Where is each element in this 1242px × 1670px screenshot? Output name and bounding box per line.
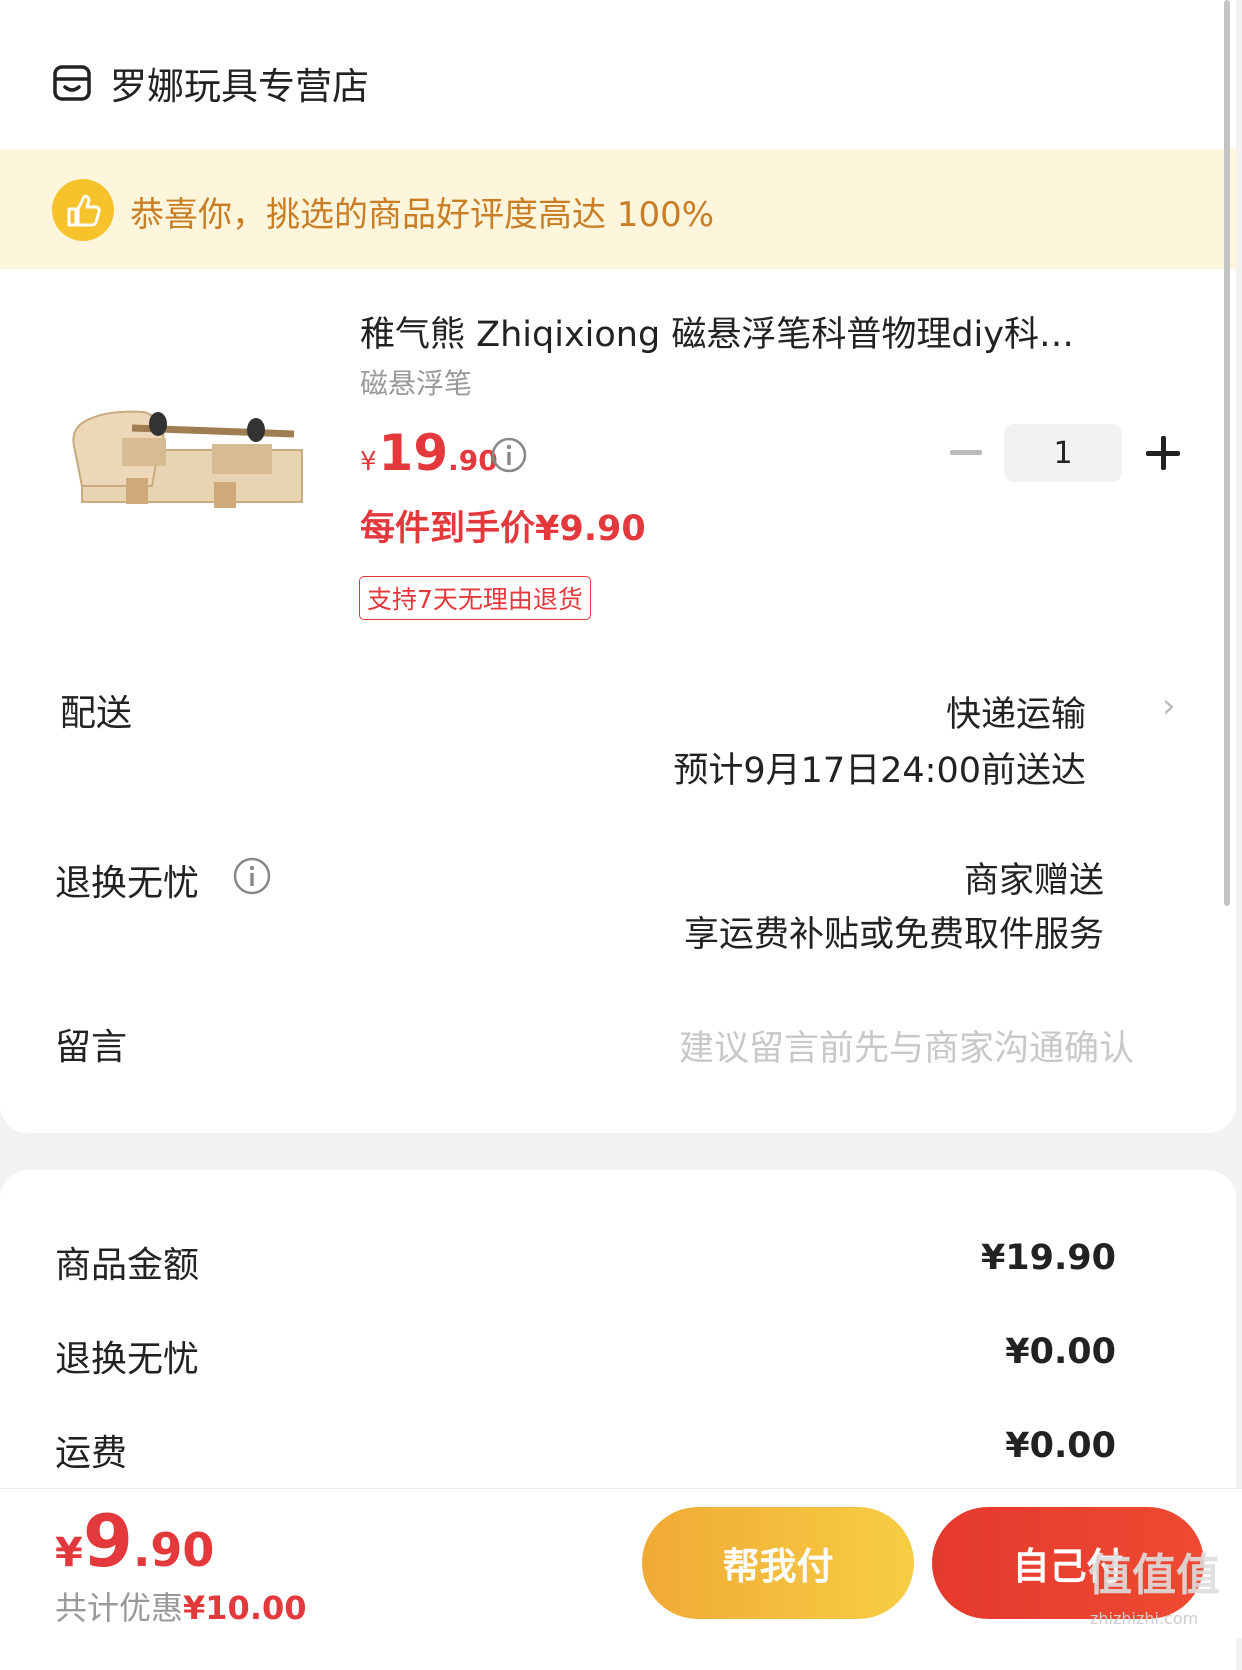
total-decimal: .90 xyxy=(132,1523,215,1577)
product-spec[interactable]: 磁悬浮笔 xyxy=(360,362,472,402)
store-name: 罗娜玩具专营店 xyxy=(110,65,369,108)
total-currency: ¥ xyxy=(55,1530,83,1576)
price-currency: ¥ xyxy=(360,447,377,477)
quantity-decrease-button[interactable] xyxy=(950,450,982,455)
chevron-right-icon[interactable]: › xyxy=(1162,686,1176,726)
store-header[interactable]: 罗娜玩具专营店 xyxy=(52,58,369,108)
delivery-method[interactable]: 快递运输 xyxy=(946,686,1086,737)
quantity-input[interactable]: 1 xyxy=(1004,424,1122,482)
summary-label: 退换无忧 xyxy=(55,1339,200,1380)
summary-label: 运费 xyxy=(55,1433,128,1474)
return-policy-tag: 支持7天无理由退货 xyxy=(359,576,591,620)
checkout-bar: ¥ 9 .90 共计优惠¥10.00 帮我付 自己付 值值值 zhizhizhi… xyxy=(0,1488,1242,1638)
info-icon[interactable] xyxy=(490,436,528,474)
discount-label: 共计优惠 xyxy=(55,1589,184,1627)
scrollbar[interactable] xyxy=(1224,0,1230,906)
summary-label: 商品金额 xyxy=(55,1245,200,1286)
praise-banner: 恭喜你，挑选的商品好评度高达 100% xyxy=(0,149,1236,269)
quantity-increase-button[interactable] xyxy=(1146,436,1180,470)
info-icon[interactable] xyxy=(232,856,272,896)
thumbs-up-icon xyxy=(52,179,114,241)
help-pay-button[interactable]: 帮我付 xyxy=(642,1507,914,1619)
discount-summary: 共计优惠¥10.00 xyxy=(55,1583,307,1629)
banner-text: 恭喜你，挑选的商品好评度高达 100% xyxy=(130,195,715,235)
order-card: 罗娜玩具专营店 恭喜你，挑选的商品好评度高达 100% 稚气熊 Zhiqixio… xyxy=(0,0,1236,1133)
summary-value: ¥0.00 xyxy=(1005,1332,1116,1372)
unit-price: 每件到手价¥9.90 xyxy=(360,509,646,549)
product-title[interactable]: 稚气熊 Zhiqixiong 磁悬浮笔科普物理diy科… xyxy=(360,306,1160,357)
discount-amount: ¥10.00 xyxy=(183,1589,307,1627)
total-price: ¥ 9 .90 xyxy=(55,1505,214,1577)
watermark-url: zhizhizhi.com xyxy=(1090,1609,1199,1628)
summary-value: ¥0.00 xyxy=(1005,1426,1116,1466)
summary-value: ¥19.90 xyxy=(980,1238,1116,1278)
returns-desc: 享运费补贴或免费取件服务 xyxy=(683,915,1104,955)
message-input[interactable]: 建议留言前先与商家沟通确认 xyxy=(679,1020,1134,1071)
returns-label: 退换无忧 xyxy=(55,863,200,904)
message-label: 留言 xyxy=(55,1027,128,1068)
delivery-eta: 预计9月17日24:00前送达 xyxy=(673,751,1086,791)
product-price: ¥ 19 .90 xyxy=(360,428,498,478)
product-image[interactable] xyxy=(62,370,326,520)
watermark-logo: 值值值 xyxy=(1088,1550,1220,1601)
store-icon xyxy=(53,65,91,101)
delivery-label: 配送 xyxy=(60,693,133,734)
total-integer: 9 xyxy=(82,1499,133,1583)
returns-value: 商家赠送 xyxy=(963,861,1104,901)
price-integer: 19 xyxy=(378,424,449,482)
